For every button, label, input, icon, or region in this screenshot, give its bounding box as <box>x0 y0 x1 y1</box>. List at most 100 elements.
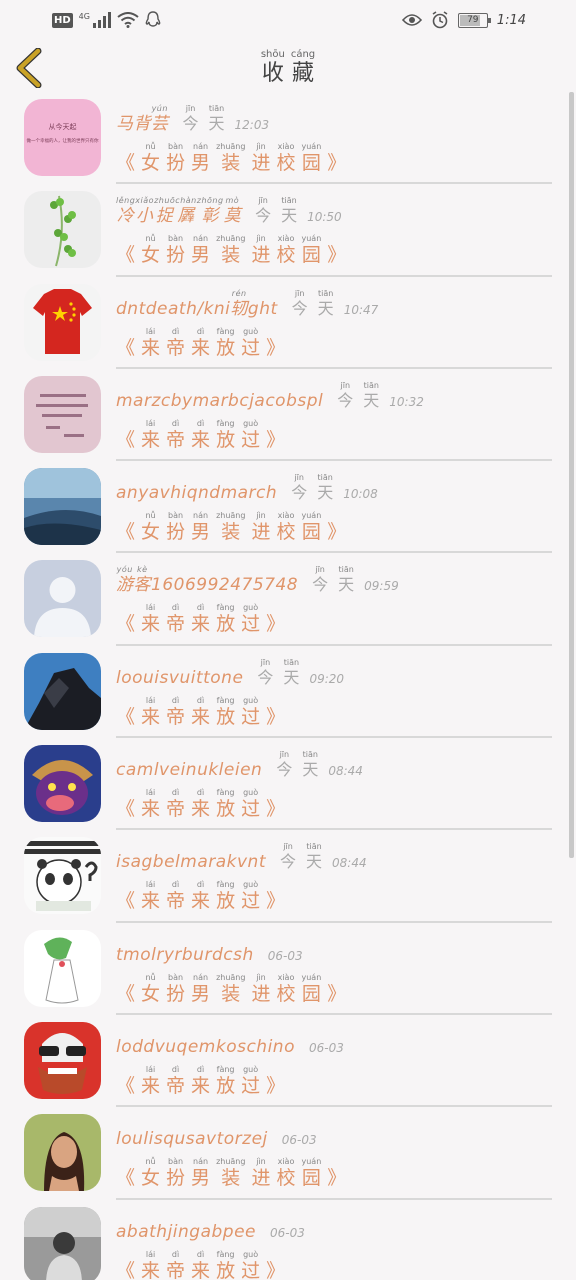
ruby-char: nǚ 女 <box>141 234 160 266</box>
list-item[interactable]: lěng 冷 xiǎo 小 zhuō 捉 chàn 羼 zhōng 彰 mò 莫 jīn 今 tiān 天 10… <box>0 184 568 277</box>
list-item[interactable]: 从今天起 做一个幸福的人，让我的世界只有你马背 yún 芸 jīn 今 tiān 天 12:0… <box>0 92 568 185</box>
ruby-char: dì 来 <box>191 1250 210 1280</box>
ruby-char: 马 <box>116 104 134 134</box>
hanzi: 扮 <box>166 244 186 267</box>
hanzi: 《 <box>116 244 136 267</box>
ruby-char: tiān 天 <box>302 750 318 780</box>
hanzi: 》 <box>327 521 347 544</box>
ruby-char: zhuāng 装 <box>216 973 245 1005</box>
timestamp: jīn 今 tiān 天 08:44 <box>276 750 363 780</box>
time-text: 06-03 <box>308 1040 344 1055</box>
pinyin: chàn <box>175 196 197 206</box>
ruby-char: zhuāng 装 <box>216 142 245 174</box>
ruby-char: 》 <box>266 696 285 728</box>
scrollbar[interactable] <box>569 92 574 858</box>
list-item[interactable]: anyavhiqndmarch jīn 今 tiān 天 10:08 《 nǚ 女 bàn 扮 nán… <box>0 461 568 554</box>
favorites-list[interactable]: 从今天起 做一个幸福的人，让我的世界只有你马背 yún 芸 jīn 今 tiān 天 12:0… <box>0 92 568 1280</box>
ruby-char: nǚ 女 <box>141 511 160 543</box>
timestamp: jīn 今 tiān 天 08:44 <box>280 842 367 872</box>
ruby-char: lěng 冷 <box>116 196 135 226</box>
hanzi: 今 <box>337 390 354 410</box>
ruby-char: yuán 园 <box>301 511 321 543</box>
ruby-char: bàn 扮 <box>166 142 185 174</box>
list-item[interactable]: marzcbymarbcjacobspl jīn 今 tiān 天 10:32 《 lái 来 d… <box>0 369 568 462</box>
ruby-char: loouisvuittone <box>116 658 243 688</box>
item-header: isagbelmarakvnt jīn 今 tiān 天 08:44 <box>116 842 367 872</box>
ruby-char: dntdeath/kni <box>116 289 230 319</box>
ruby-char: 《 <box>116 511 135 543</box>
ruby-char: 》 <box>266 1065 285 1097</box>
avatar <box>24 375 101 453</box>
pinyin: bàn <box>168 972 184 982</box>
list-item[interactable]: tmolryrburdcsh 06-03 《 nǚ 女 bàn 扮 nán 男 zhuāng 装 jì… <box>0 923 568 1015</box>
ruby-char: dì 来 <box>191 788 210 820</box>
time-text: 12:03 <box>234 118 270 132</box>
pinyin: xiào <box>277 234 295 244</box>
timestamp: 06-03 <box>309 1039 344 1057</box>
pinyin: yóu <box>116 565 133 575</box>
ruby-char: 》 <box>266 603 285 635</box>
hanzi: 《 <box>116 613 136 636</box>
hanzi: 马 <box>116 114 134 134</box>
avatar-image <box>24 652 101 730</box>
avatar: 从今天起 做一个幸福的人，让我的世界只有你 <box>24 99 101 176</box>
book-title: 《 lái 来 dì 帝 dì 来 fàng 放 guò 过》 <box>116 1250 285 1280</box>
ruby-char: dì 帝 <box>166 696 185 728</box>
hanzi: 背 <box>133 114 151 134</box>
pinyin: bàn <box>168 1157 184 1167</box>
list-item[interactable]: abathjingabpee 06-03 《 lái 来 dì 帝 dì 来 fàng 放 guò 过》 <box>0 1200 568 1280</box>
list-item[interactable]: loulisqusavtorzej 06-03 《 nǚ 女 bàn 扮 nán 男 zhuāng… <box>0 1107 568 1200</box>
ruby-char: lái 来 <box>141 1250 160 1280</box>
list-item[interactable]: loddvuqemkoschino 06-03 《 lái 来 dì 帝 dì 来 fàng 放 gu… <box>0 1015 568 1108</box>
hanzi: 今 <box>312 575 329 595</box>
avatar-image <box>24 929 101 1007</box>
ruby-char: jīn 今 <box>312 565 328 595</box>
list-item[interactable]: camlveinukleien jīn 今 tiān 天 08:44 《 lái 来 dì 帝 dì 来… <box>0 738 568 831</box>
item-header: abathjingabpee 06-03 <box>116 1214 305 1242</box>
list-item[interactable]: isagbelmarakvnt jīn 今 tiān 天 08:44 《 lái 来 dì 帝 dì 来… <box>0 830 568 923</box>
pinyin: dì <box>196 1064 205 1074</box>
hanzi: 女 <box>141 244 161 267</box>
list-item[interactable]: loouisvuittone jīn 今 tiān 天 09:20 《 lái 来 dì 帝 dì 来 f… <box>0 646 568 739</box>
pinyin: nǚ <box>145 234 156 244</box>
list-item[interactable]: dntdeath/kni rén 轫 ght jīn 今 tiān 天 10:47 《 lái 来 dì… <box>0 277 568 369</box>
hanzi: 放 <box>216 428 236 451</box>
hanzi: 扮 <box>166 152 186 174</box>
hanzi: 进 <box>251 244 271 267</box>
pinyin: guò <box>243 603 259 613</box>
avatar-image: 从今天起 做一个幸福的人，让我的世界只有你 <box>24 99 101 176</box>
hanzi: 校 <box>276 521 296 544</box>
item-header: tmolryrburdcsh 06-03 <box>116 937 303 965</box>
ruby-char: nán 男 <box>191 973 210 1005</box>
hanzi: loouisvuittone <box>116 667 244 688</box>
ruby-char: dì 来 <box>191 327 210 359</box>
pinyin: xiào <box>277 511 295 521</box>
ruby-char: shōu 收 <box>261 49 285 87</box>
ruby-char: nán 男 <box>191 1157 210 1189</box>
time-text: 10:32 <box>389 394 424 409</box>
hanzi: 园 <box>301 244 321 267</box>
ruby-char: dì 帝 <box>166 327 185 359</box>
avatar-image <box>24 560 101 638</box>
list-item[interactable]: yóu 游 kè 客 1606992475748 jīn 今 tiān 天 09:59 《 lái 来 d… <box>0 553 568 646</box>
signal-icon <box>92 12 111 28</box>
pinyin: lěng <box>116 196 136 206</box>
pinyin: dì <box>171 326 180 336</box>
pinyin: dì <box>171 418 180 428</box>
pinyin: xiào <box>277 972 295 982</box>
pinyin: jìn <box>256 511 266 521</box>
ruby-char: camlveinukleien <box>116 750 262 780</box>
hanzi: loulisqusavtorzej <box>116 1129 268 1150</box>
hanzi: 捉 <box>155 206 174 227</box>
item-message: 《 nǚ 女 bàn 扮 nán 男 zhuāng 装 jìn 进 xiào 校 yuán 园》 <box>116 1157 346 1189</box>
ruby-char: dì 帝 <box>166 603 185 635</box>
time-text: 06-03 <box>270 1225 305 1240</box>
pinyin: nán <box>193 234 209 244</box>
username: loouisvuittone <box>116 658 243 688</box>
timestamp: jīn 今 tiān 天 12:03 <box>183 104 270 134</box>
hanzi: 帝 <box>166 705 186 728</box>
clock: 1:14 <box>496 12 526 28</box>
ruby-char: 《 <box>116 973 135 1005</box>
item-message: 《 lái 来 dì 帝 dì 来 fàng 放 guò 过》 <box>116 327 285 359</box>
avatar-image <box>24 468 101 546</box>
